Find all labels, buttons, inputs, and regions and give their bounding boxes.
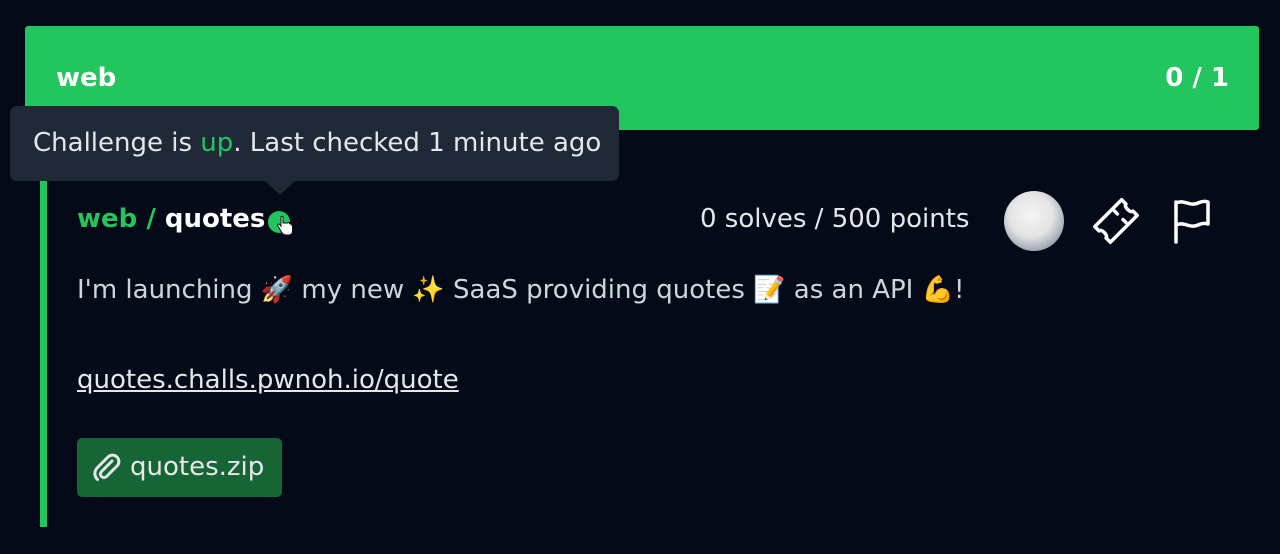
ticket-icon[interactable] (1091, 196, 1141, 246)
challenge-description: I'm launching 🚀 my new ✨ SaaS providing … (77, 275, 965, 305)
challenge-title-separator: / (137, 204, 165, 234)
challenge-title: web / quotes (77, 204, 265, 234)
paperclip-icon (93, 453, 121, 481)
challenge-name: quotes (164, 204, 266, 234)
avatar[interactable] (1004, 191, 1064, 251)
tooltip-arrow (265, 181, 295, 195)
challenge-stats: 0 solves / 500 points (700, 204, 970, 234)
challenge-accent-bar (40, 130, 47, 527)
flag-icon[interactable] (1168, 196, 1214, 246)
tooltip-status: up (200, 128, 234, 158)
challenge-link[interactable]: quotes.challs.pwnoh.io/quote (77, 365, 459, 395)
status-tooltip: Challenge is up. Last checked 1 minute a… (10, 106, 619, 181)
tooltip-suffix: . Last checked 1 minute ago (233, 128, 602, 158)
category-progress: 0 / 1 (1165, 63, 1229, 93)
challenge-category: web (77, 204, 138, 234)
tooltip-prefix: Challenge is (33, 128, 201, 158)
category-name: web (56, 63, 117, 93)
hand-pointer-icon (277, 215, 293, 236)
attachment-button[interactable]: quotes.zip (77, 438, 282, 497)
attachment-label: quotes.zip (130, 452, 265, 482)
